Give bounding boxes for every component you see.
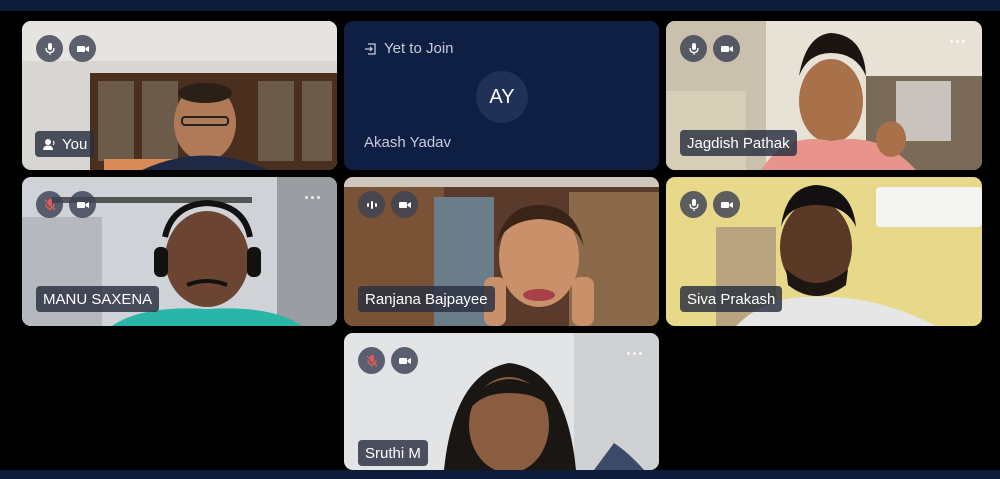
mic-button[interactable] [680,35,707,62]
participant-name-tag: Ranjana Bajpayee [358,286,495,312]
yet-to-join-status: Yet to Join [364,40,454,57]
video-tile-manu-saxena[interactable]: MANU SAXENA [22,177,337,326]
participant-name-tag: Siva Prakash [680,286,783,312]
video-camera-icon [76,45,89,52]
mic-button[interactable] [36,35,63,62]
mic-button[interactable] [680,191,707,218]
more-options-icon[interactable] [305,193,323,201]
video-tile-akash-yadav[interactable]: Yet to Join AY Akash Yadav [344,21,659,170]
more-options-icon[interactable] [950,37,968,45]
microphone-icon [688,198,699,211]
camera-button[interactable] [69,191,96,218]
participant-name: You [62,135,88,153]
camera-button[interactable] [713,191,740,218]
participant-name-tag: You [35,131,95,157]
participant-name: Ranjana Bajpayee [365,290,488,308]
participant-name-tag: MANU SAXENA [36,286,160,312]
participant-name: Akash Yadav [364,134,452,151]
status-text: Yet to Join [384,40,454,57]
camera-button[interactable] [69,35,96,62]
microphone-muted-icon [366,354,377,367]
microphone-icon [688,42,699,55]
enter-door-icon [365,42,376,55]
avatar-initials: AY [489,85,515,108]
video-camera-icon [398,201,411,208]
video-tile-sruthi-m[interactable]: Sruthi M [344,333,659,470]
microphone-muted-icon [44,198,55,211]
participant-name: Siva Prakash [687,290,776,308]
participant-name-tag: Jagdish Pathak [680,130,797,156]
video-camera-icon [398,357,411,364]
mic-muted-button[interactable] [36,191,63,218]
camera-button[interactable] [713,35,740,62]
video-tile-you[interactable]: You [22,21,337,170]
camera-button[interactable] [391,191,418,218]
avatar: AY [476,71,528,123]
camera-button[interactable] [391,347,418,374]
mic-muted-button[interactable] [358,347,385,374]
video-tile-jagdish-pathak[interactable]: Jagdish Pathak [666,21,982,170]
participant-name: MANU SAXENA [43,290,153,308]
participant-name: Sruthi M [365,444,421,462]
top-bar [0,0,1000,11]
video-camera-icon [720,45,733,52]
video-camera-icon [76,201,89,208]
bottom-bar [0,470,1000,479]
more-options-icon[interactable] [627,349,645,357]
speaking-indicator-button[interactable] [358,191,385,218]
participant-name: Jagdish Pathak [687,134,790,152]
video-tile-siva-prakash[interactable]: Siva Prakash [666,177,982,326]
participant-name-tag: Sruthi M [358,440,428,466]
video-camera-icon [720,201,733,208]
video-tile-ranjana-bajpayee[interactable]: Ranjana Bajpayee [344,177,659,326]
user-audio-icon [43,138,55,150]
audio-level-icon [366,200,377,209]
microphone-icon [44,42,55,55]
